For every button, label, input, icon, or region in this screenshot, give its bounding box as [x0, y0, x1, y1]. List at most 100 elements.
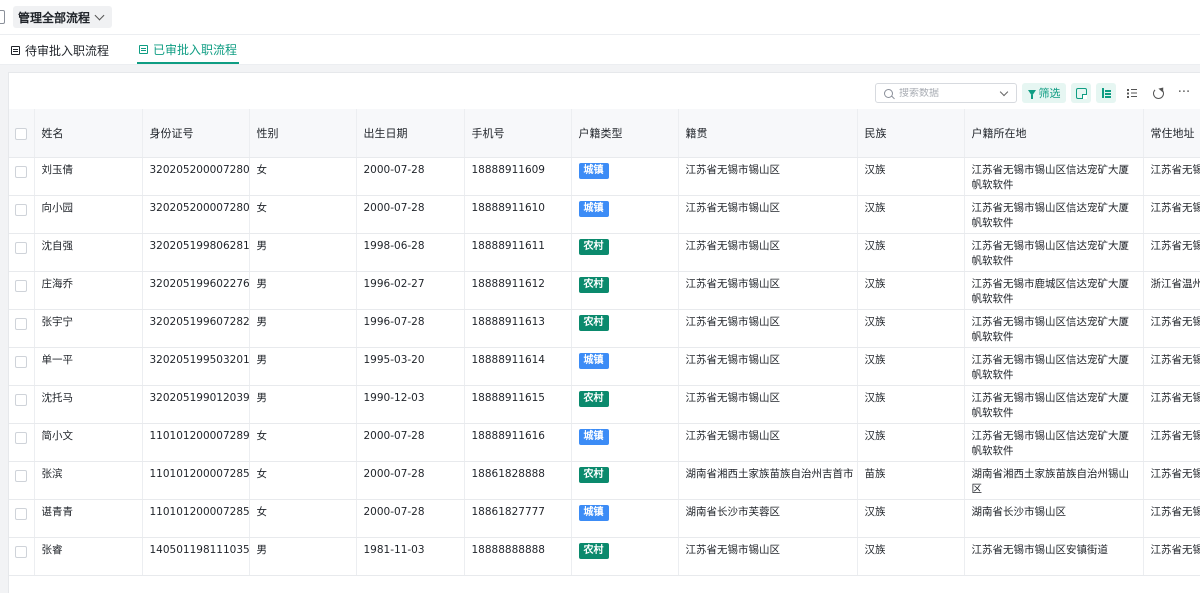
table-row[interactable]: 单一平320205199503201110男1995-03-2018888911… — [9, 347, 1200, 386]
note-button[interactable] — [1071, 83, 1091, 103]
birth-date-cell: 1996-07-28 — [356, 309, 465, 348]
search-icon — [884, 88, 893, 98]
name-cell: 张睿 — [34, 537, 143, 576]
table-row[interactable]: 向小园320205200007280726女2000-07-2818888911… — [9, 195, 1200, 234]
table-header-row: 姓名 身份证号 性别 出生日期 手机号 户籍类型 籍贯 民族 户籍所在地 常住地… — [9, 109, 1200, 158]
column-header[interactable]: 身份证号 — [142, 109, 250, 158]
column-header[interactable]: 出生日期 — [356, 109, 465, 158]
name-cell: 庄海乔 — [34, 271, 143, 310]
birth-date-cell: 2000-07-28 — [356, 423, 465, 462]
row-checkbox[interactable] — [15, 432, 28, 444]
id-number-cell: 110101200007285904 — [142, 499, 250, 538]
ethnicity-cell: 汉族 — [857, 195, 965, 234]
column-header[interactable]: 常住地址 — [1143, 109, 1200, 158]
row-checkbox[interactable] — [15, 546, 28, 558]
table-icon — [11, 45, 20, 55]
row-checkbox[interactable] — [15, 204, 28, 216]
table-row[interactable]: 沈托马320205199012039817男1990-12-0318888911… — [9, 385, 1200, 424]
table-row[interactable]: 张滨110101200007285103女2000-07-28188618288… — [9, 461, 1200, 500]
row-checkbox[interactable] — [15, 242, 28, 254]
search-box[interactable] — [875, 83, 1017, 103]
hukou-type-badge: 农村 — [578, 315, 609, 331]
name-cell: 沈托马 — [34, 385, 143, 424]
hukou-location-cell: 湖南省湘西土家族苗族自治州锡山区 — [964, 461, 1144, 500]
birth-date-cell: 2000-07-28 — [356, 461, 465, 500]
row-density-button[interactable] — [1122, 83, 1142, 103]
ethnicity-cell: 汉族 — [857, 347, 965, 386]
table-row[interactable]: 庄海乔320205199602276018男1996-02-2718888911… — [9, 271, 1200, 310]
filter-button[interactable]: 筛选 — [1022, 83, 1066, 103]
row-select-cell — [9, 499, 35, 538]
row-checkbox[interactable] — [15, 508, 28, 520]
name-cell: 沈自强 — [34, 233, 143, 272]
ethnicity-cell: 苗族 — [857, 461, 965, 500]
hukou-location-cell: 江苏省无锡市锡山区信达宠矿大厦帆软软件 — [964, 385, 1144, 424]
chevron-down-icon[interactable] — [999, 87, 1009, 96]
column-header[interactable]: 手机号 — [464, 109, 572, 158]
phone-cell: 18888911609 — [464, 157, 572, 196]
more-button[interactable]: ··· — [1174, 83, 1194, 103]
native-place-cell: 江苏省无锡市锡山区 — [678, 423, 858, 462]
table-row[interactable]: 张睿140501198111035371男1981-11-03188888888… — [9, 537, 1200, 576]
phone-cell: 18861827777 — [464, 499, 572, 538]
table-row[interactable]: 沈自强32020519980628141X男1998-06-2818888911… — [9, 233, 1200, 272]
gender-cell: 女 — [249, 499, 357, 538]
search-input[interactable] — [899, 87, 999, 99]
hukou-location-cell: 江苏省无锡市锡山区信达宠矿大厦帆软软件 — [964, 309, 1144, 348]
native-place-cell: 湖南省长沙市芙蓉区 — [678, 499, 858, 538]
row-checkbox[interactable] — [15, 394, 28, 406]
gender-cell: 男 — [249, 309, 357, 348]
more-icon: ··· — [1177, 85, 1191, 100]
refresh-button[interactable] — [1148, 83, 1168, 103]
residence-address-cell: 浙江省温州市 — [1143, 271, 1200, 310]
hukou-location-cell: 江苏省无锡市锡山区安镇街道 — [964, 537, 1144, 576]
table-row[interactable]: 张宇宁320205199607282316男1996-07-2818888911… — [9, 309, 1200, 348]
ethnicity-cell: 汉族 — [857, 499, 965, 538]
ethnicity-cell: 汉族 — [857, 385, 965, 424]
column-header[interactable]: 户籍类型 — [571, 109, 679, 158]
column-header[interactable]: 户籍所在地 — [964, 109, 1144, 158]
process-scope-selector[interactable]: 管理全部流程 — [13, 6, 113, 28]
row-checkbox[interactable] — [15, 318, 28, 330]
sort-button[interactable] — [1096, 83, 1116, 103]
phone-cell: 18888911613 — [464, 309, 572, 348]
id-number-cell: 320205199607282316 — [142, 309, 250, 348]
row-checkbox[interactable] — [15, 166, 28, 178]
tab-approved-onboarding[interactable]: 已审批入职流程 — [137, 36, 240, 64]
table-row[interactable]: 简小文11010120000728950X女2000-07-2818888911… — [9, 423, 1200, 462]
column-header[interactable]: 性别 — [249, 109, 357, 158]
native-place-cell: 江苏省无锡市锡山区 — [678, 233, 858, 272]
row-checkbox[interactable] — [15, 356, 28, 368]
row-select-cell — [9, 423, 35, 462]
top-bar: 管理全部流程 — [0, 0, 1200, 35]
table-row[interactable]: 谌青青110101200007285904女2000-07-2818861827… — [9, 499, 1200, 538]
gender-cell: 女 — [249, 195, 357, 234]
hukou-type-cell: 农村 — [571, 233, 679, 272]
panel-toggle-icon[interactable] — [0, 10, 5, 24]
name-cell: 张滨 — [34, 461, 143, 500]
row-select-cell — [9, 157, 35, 196]
hukou-type-badge: 城镇 — [578, 429, 609, 445]
hukou-type-badge: 城镇 — [578, 201, 609, 217]
select-all-checkbox[interactable] — [15, 127, 28, 140]
gender-cell: 女 — [249, 461, 357, 500]
column-header[interactable]: 籍贯 — [678, 109, 858, 158]
gender-cell: 男 — [249, 537, 357, 576]
id-number-cell: 320205200007280929 — [142, 157, 250, 196]
ethnicity-cell: 汉族 — [857, 423, 965, 462]
sort-icon — [1101, 88, 1111, 98]
native-place-cell: 江苏省无锡市锡山区 — [678, 157, 858, 196]
birth-date-cell: 2000-07-28 — [356, 195, 465, 234]
row-checkbox[interactable] — [15, 470, 28, 482]
row-select-cell — [9, 271, 35, 310]
residence-address-cell: 江苏省无锡市 — [1143, 347, 1200, 386]
row-select-cell — [9, 195, 35, 234]
tab-pending-onboarding[interactable]: 待审批入职流程 — [9, 36, 111, 64]
tab-label: 待审批入职流程 — [25, 43, 110, 58]
row-checkbox[interactable] — [15, 280, 28, 292]
gender-cell: 男 — [249, 385, 357, 424]
column-header[interactable]: 姓名 — [34, 109, 143, 158]
row-select-cell — [9, 461, 35, 500]
column-header[interactable]: 民族 — [857, 109, 965, 158]
table-row[interactable]: 刘玉倩320205200007280929女2000-07-2818888911… — [9, 157, 1200, 196]
